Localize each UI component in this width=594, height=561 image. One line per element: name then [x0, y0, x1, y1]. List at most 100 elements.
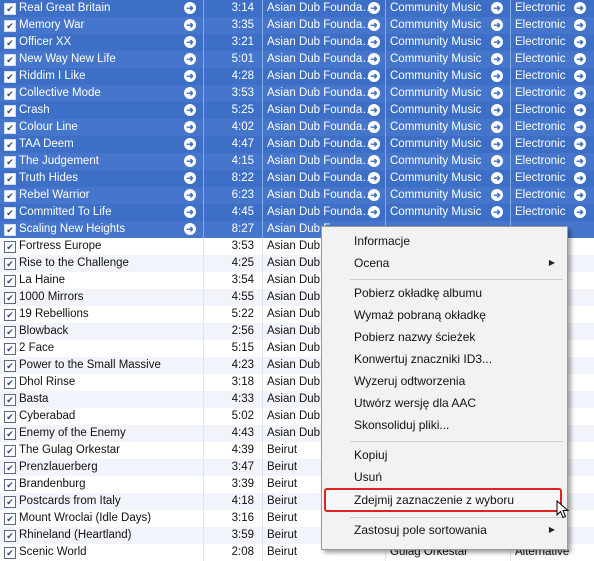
go-arrow-icon[interactable]: ➜ [184, 172, 196, 184]
go-arrow-icon[interactable]: ➜ [368, 172, 380, 184]
go-arrow-icon[interactable]: ➜ [184, 2, 196, 14]
track-row[interactable]: ✔ Colour Line ➜ 4:02 Asian Dub Founda… ➜ Commu… [0, 119, 594, 136]
track-checkbox[interactable]: ✔ [4, 71, 16, 83]
go-arrow-icon[interactable]: ➜ [491, 36, 503, 48]
go-arrow-icon[interactable]: ➜ [491, 70, 503, 82]
track-checkbox[interactable]: ✔ [4, 275, 16, 287]
go-arrow-icon[interactable]: ➜ [491, 53, 503, 65]
go-arrow-icon[interactable]: ➜ [574, 104, 586, 116]
go-arrow-icon[interactable]: ➜ [368, 206, 380, 218]
track-checkbox[interactable]: ✔ [4, 394, 16, 406]
track-checkbox[interactable]: ✔ [4, 445, 16, 457]
menu-item-copy[interactable]: Kopiuj [354, 445, 387, 465]
go-arrow-icon[interactable]: ➜ [368, 36, 380, 48]
track-checkbox[interactable]: ✔ [4, 326, 16, 338]
track-checkbox[interactable]: ✔ [4, 173, 16, 185]
track-row[interactable]: ✔ Officer XX ➜ 3:21 Asian Dub Founda… ➜ Commun… [0, 34, 594, 51]
go-arrow-icon[interactable]: ➜ [491, 2, 503, 14]
go-arrow-icon[interactable]: ➜ [368, 104, 380, 116]
track-checkbox[interactable]: ✔ [4, 309, 16, 321]
track-checkbox[interactable]: ✔ [4, 3, 16, 15]
menu-item-apply-sort-field[interactable]: Zastosuj pole sortowania [354, 520, 487, 540]
track-checkbox[interactable]: ✔ [4, 105, 16, 117]
track-checkbox[interactable]: ✔ [4, 411, 16, 423]
track-row[interactable]: ✔ Truth Hides ➜ 8:22 Asian Dub Founda… ➜ Commu… [0, 170, 594, 187]
go-arrow-icon[interactable]: ➜ [491, 206, 503, 218]
track-row[interactable]: ✔ Real Great Britain ➜ 3:14 Asian Dub Founda… [0, 0, 594, 17]
go-arrow-icon[interactable]: ➜ [184, 70, 196, 82]
go-arrow-icon[interactable]: ➜ [368, 70, 380, 82]
track-checkbox[interactable]: ✔ [4, 462, 16, 474]
menu-item-rating[interactable]: Ocena [354, 253, 554, 273]
menu-item-reset-plays[interactable]: Wyzeruj odtworzenia [354, 371, 465, 391]
track-row[interactable]: ✔ TAA Deem ➜ 4:47 Asian Dub Founda… ➜ Communit… [0, 136, 594, 153]
track-row[interactable]: ✔ Riddim I Like ➜ 4:28 Asian Dub Founda… ➜ Com… [0, 68, 594, 85]
track-checkbox[interactable]: ✔ [4, 547, 16, 559]
go-arrow-icon[interactable]: ➜ [491, 138, 503, 150]
go-arrow-icon[interactable]: ➜ [491, 189, 503, 201]
go-arrow-icon[interactable]: ➜ [491, 104, 503, 116]
go-arrow-icon[interactable]: ➜ [491, 19, 503, 31]
go-arrow-icon[interactable]: ➜ [574, 87, 586, 99]
track-checkbox[interactable]: ✔ [4, 513, 16, 525]
go-arrow-icon[interactable]: ➜ [574, 53, 586, 65]
track-row[interactable]: ✔ New Way New Life ➜ 5:01 Asian Dub Founda… ➜… [0, 51, 594, 68]
go-arrow-icon[interactable]: ➜ [574, 138, 586, 150]
menu-item-uncheck-selection[interactable]: Zdejmij zaznaczenie z wyboru [354, 490, 514, 510]
track-checkbox[interactable]: ✔ [4, 122, 16, 134]
go-arrow-icon[interactable]: ➜ [574, 36, 586, 48]
go-arrow-icon[interactable]: ➜ [184, 53, 196, 65]
track-checkbox[interactable]: ✔ [4, 360, 16, 372]
go-arrow-icon[interactable]: ➜ [184, 36, 196, 48]
go-arrow-icon[interactable]: ➜ [368, 19, 380, 31]
track-row[interactable]: ✔ Committed To Life ➜ 4:45 Asian Dub Founda…… [0, 204, 594, 221]
track-checkbox[interactable]: ✔ [4, 292, 16, 304]
menu-item-clear-artwork[interactable]: Wymaż pobraną okładkę [354, 305, 486, 325]
go-arrow-icon[interactable]: ➜ [574, 121, 586, 133]
go-arrow-icon[interactable]: ➜ [368, 121, 380, 133]
go-arrow-icon[interactable]: ➜ [184, 19, 196, 31]
go-arrow-icon[interactable]: ➜ [184, 121, 196, 133]
menu-item-convert-id3[interactable]: Konwertuj znaczniki ID3... [354, 349, 492, 369]
track-row[interactable]: ✔ The Judgement ➜ 4:15 Asian Dub Founda… ➜ Com… [0, 153, 594, 170]
track-checkbox[interactable]: ✔ [4, 377, 16, 389]
go-arrow-icon[interactable]: ➜ [184, 155, 196, 167]
track-checkbox[interactable]: ✔ [4, 37, 16, 49]
go-arrow-icon[interactable]: ➜ [574, 70, 586, 82]
track-checkbox[interactable]: ✔ [4, 139, 16, 151]
track-checkbox[interactable]: ✔ [4, 258, 16, 270]
menu-item-consolidate[interactable]: Skonsoliduj pliki... [354, 415, 449, 435]
track-checkbox[interactable]: ✔ [4, 190, 16, 202]
track-checkbox[interactable]: ✔ [4, 241, 16, 253]
menu-item-delete[interactable]: Usuń [354, 467, 382, 487]
track-row[interactable]: ✔ Memory War ➜ 3:35 Asian Dub Founda… ➜ Commun… [0, 17, 594, 34]
menu-item-get-track-names[interactable]: Pobierz nazwy ścieżek [354, 327, 475, 347]
go-arrow-icon[interactable]: ➜ [184, 223, 196, 235]
go-arrow-icon[interactable]: ➜ [184, 138, 196, 150]
go-arrow-icon[interactable]: ➜ [368, 53, 380, 65]
go-arrow-icon[interactable]: ➜ [574, 19, 586, 31]
go-arrow-icon[interactable]: ➜ [574, 189, 586, 201]
go-arrow-icon[interactable]: ➜ [368, 87, 380, 99]
track-checkbox[interactable]: ✔ [4, 54, 16, 66]
track-checkbox[interactable]: ✔ [4, 343, 16, 355]
track-checkbox[interactable]: ✔ [4, 207, 16, 219]
menu-item-info[interactable]: Informacje [354, 231, 410, 251]
track-checkbox[interactable]: ✔ [4, 496, 16, 508]
track-checkbox[interactable]: ✔ [4, 224, 16, 236]
go-arrow-icon[interactable]: ➜ [491, 121, 503, 133]
track-checkbox[interactable]: ✔ [4, 156, 16, 168]
track-row[interactable]: ✔ Crash ➜ 5:25 Asian Dub Founda… ➜ Community M… [0, 102, 594, 119]
go-arrow-icon[interactable]: ➜ [368, 189, 380, 201]
go-arrow-icon[interactable]: ➜ [574, 206, 586, 218]
go-arrow-icon[interactable]: ➜ [184, 206, 196, 218]
track-checkbox[interactable]: ✔ [4, 428, 16, 440]
track-row[interactable]: ✔ Rebel Warrior ➜ 6:23 Asian Dub Founda… ➜ Com… [0, 187, 594, 204]
go-arrow-icon[interactable]: ➜ [368, 155, 380, 167]
go-arrow-icon[interactable]: ➜ [574, 2, 586, 14]
go-arrow-icon[interactable]: ➜ [491, 172, 503, 184]
go-arrow-icon[interactable]: ➜ [574, 155, 586, 167]
menu-item-create-aac[interactable]: Utwórz wersję dla AAC [354, 393, 476, 413]
track-checkbox[interactable]: ✔ [4, 20, 16, 32]
track-row[interactable]: ✔ Collective Mode ➜ 3:53 Asian Dub Founda… ➜ C… [0, 85, 594, 102]
